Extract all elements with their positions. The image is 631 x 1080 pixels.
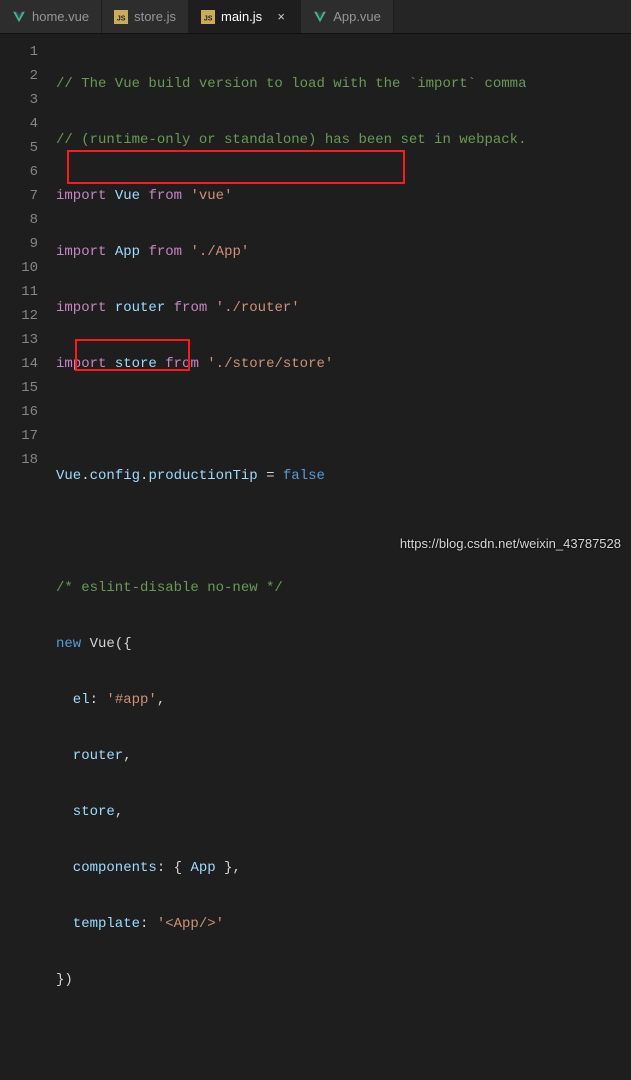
tab-label: main.js [221,9,262,24]
line-number: 11 [0,280,56,304]
js-icon: JS [201,10,215,24]
code-comment: // (runtime-only or standalone) has been… [56,132,526,148]
code-comment: /* eslint-disable no-new */ [56,580,283,596]
tab-label: home.vue [32,9,89,24]
line-number: 14 [0,352,56,376]
line-number: 15 [0,376,56,400]
close-icon[interactable]: × [274,9,288,24]
line-number: 8 [0,208,56,232]
code-editor[interactable]: 1 2 3 4 5 6 7 8 9 10 11 12 13 14 15 16 1… [0,34,631,557]
svg-text:JS: JS [204,15,213,22]
tab-home-vue[interactable]: home.vue [0,0,102,33]
tab-app-vue[interactable]: App.vue [301,0,394,33]
tab-main-js[interactable]: JS main.js × [189,0,301,33]
svg-text:JS: JS [117,15,126,22]
editor-tabs: home.vue JS store.js JS main.js × App.vu… [0,0,631,34]
code-comment: // The Vue build version to load with th… [56,76,526,92]
line-number: 7 [0,184,56,208]
line-number: 1 [0,40,56,64]
vue-icon [12,10,26,24]
line-number: 9 [0,232,56,256]
line-number: 12 [0,304,56,328]
vue-icon [313,10,327,24]
line-gutter: 1 2 3 4 5 6 7 8 9 10 11 12 13 14 15 16 1… [0,34,56,557]
line-number: 5 [0,136,56,160]
line-number: 10 [0,256,56,280]
tab-label: App.vue [333,9,381,24]
line-number: 2 [0,64,56,88]
line-number: 3 [0,88,56,112]
line-number: 6 [0,160,56,184]
js-icon: JS [114,10,128,24]
code-area[interactable]: // The Vue build version to load with th… [56,34,631,557]
tab-label: store.js [134,9,176,24]
watermark: https://blog.csdn.net/weixin_43787528 [400,536,621,551]
line-number: 17 [0,424,56,448]
line-number: 16 [0,400,56,424]
line-number: 18 [0,448,56,472]
line-number: 13 [0,328,56,352]
line-number: 4 [0,112,56,136]
tab-store-js[interactable]: JS store.js [102,0,189,33]
